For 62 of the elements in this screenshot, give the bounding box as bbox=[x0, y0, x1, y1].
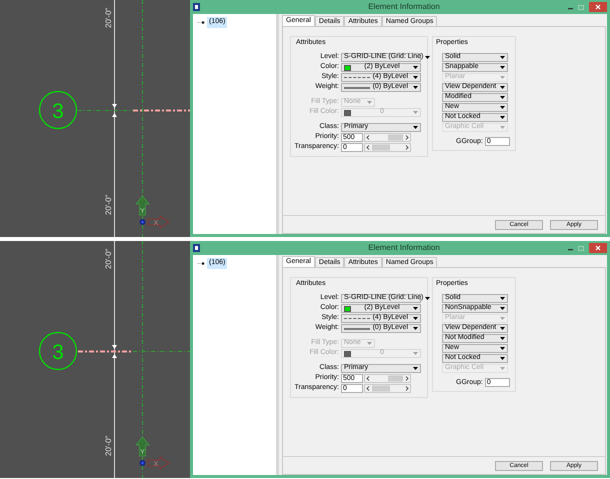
caret-icon bbox=[413, 327, 418, 330]
dimension-arrow-icon bbox=[112, 345, 117, 358]
origin-icon bbox=[140, 460, 146, 466]
caret-icon bbox=[500, 326, 505, 330]
line-weight-preview bbox=[344, 86, 370, 88]
dimension-arrow-icon bbox=[112, 104, 117, 117]
tree-node-icon bbox=[197, 20, 205, 24]
app-icon bbox=[193, 244, 200, 252]
caret-icon bbox=[413, 86, 418, 89]
caret-icon bbox=[367, 342, 372, 345]
grid-bubble-label: 3 bbox=[52, 100, 64, 123]
caret-icon bbox=[500, 86, 505, 88]
y-axis-arrow bbox=[135, 436, 150, 456]
x-axis-arrow bbox=[148, 456, 170, 470]
caret-icon bbox=[413, 317, 418, 320]
caret-icon bbox=[413, 111, 418, 114]
caret-icon bbox=[413, 76, 418, 79]
caret-icon bbox=[500, 106, 505, 108]
line-style-preview bbox=[344, 77, 370, 78]
line-weight-preview bbox=[344, 328, 370, 330]
scroll-bar[interactable] bbox=[364, 143, 411, 152]
caret-icon bbox=[425, 56, 430, 59]
scroll-bar[interactable] bbox=[364, 374, 411, 383]
tree-node-icon bbox=[197, 262, 205, 265]
origin-icon bbox=[140, 219, 146, 225]
dimension-label: 20'-0" bbox=[104, 436, 113, 456]
caret-icon bbox=[500, 126, 505, 128]
grid-bubble-label: 3 bbox=[52, 341, 64, 364]
window-title: Element Information bbox=[367, 242, 441, 254]
scroll-bar[interactable] bbox=[364, 133, 411, 142]
x-axis-arrow bbox=[148, 215, 170, 229]
close-button[interactable] bbox=[589, 243, 607, 253]
caret-icon bbox=[413, 66, 418, 69]
caret-icon bbox=[500, 366, 505, 370]
dimension-label: 20'-0" bbox=[104, 8, 113, 28]
caret-icon bbox=[500, 96, 505, 98]
caret-icon bbox=[413, 307, 418, 310]
app-icon bbox=[193, 3, 200, 11]
scroll-bar[interactable] bbox=[364, 384, 411, 393]
dimension-label: 20'-0" bbox=[104, 248, 113, 269]
window-title: Element Information bbox=[367, 1, 441, 13]
caret-icon bbox=[500, 316, 505, 320]
caret-icon bbox=[500, 116, 505, 118]
caret-icon bbox=[500, 76, 505, 78]
grid-bubble bbox=[38, 90, 78, 130]
caret-icon bbox=[413, 352, 418, 355]
caret-icon bbox=[367, 101, 372, 104]
caret-icon bbox=[500, 56, 505, 58]
caret-icon bbox=[500, 66, 505, 68]
caret-icon bbox=[425, 297, 430, 300]
caret-icon bbox=[413, 126, 418, 129]
caret-icon bbox=[500, 346, 505, 350]
close-button[interactable] bbox=[589, 2, 607, 12]
dimension-label: 20'-0" bbox=[104, 194, 113, 215]
caret-icon bbox=[413, 367, 418, 370]
caret-icon bbox=[500, 306, 505, 310]
caret-icon bbox=[500, 356, 505, 360]
caret-icon bbox=[500, 296, 505, 300]
caret-icon bbox=[500, 336, 505, 340]
grid-bubble bbox=[38, 332, 78, 370]
y-axis-arrow bbox=[135, 195, 150, 216]
line-style-preview bbox=[344, 318, 370, 319]
